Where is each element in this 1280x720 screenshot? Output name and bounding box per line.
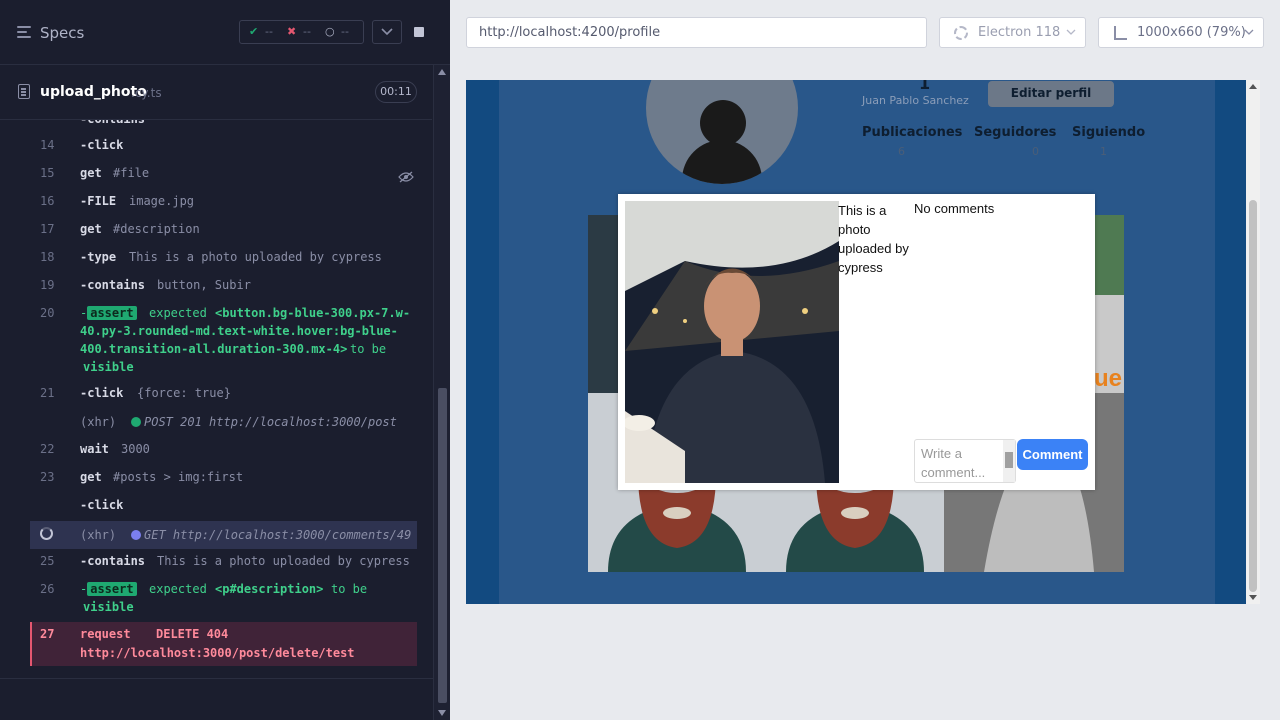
command-row[interactable]: 17 get #description (30, 222, 417, 242)
command-row[interactable]: 23 get #posts > img:first (30, 470, 417, 490)
stat-posts-label: Publicaciones (862, 125, 963, 140)
collapse-button[interactable] (372, 20, 402, 44)
command-row[interactable]: 15 get #file (30, 166, 417, 186)
pending-count: -- (341, 25, 349, 38)
scroll-up-icon[interactable] (438, 69, 446, 75)
command-row[interactable]: 22 wait 3000 (30, 442, 417, 462)
edit-profile-button[interactable]: Editar perfil (988, 81, 1114, 107)
status-dot-success (131, 417, 141, 427)
command-log-panel: Specs ✔ -- ✖ -- ○ -- upload_photo .cy.ts… (0, 0, 450, 720)
command-row[interactable]: 21 -click {force: true} (30, 386, 417, 406)
profile-count: 1 (919, 80, 931, 93)
status-dot-pending (131, 530, 141, 540)
xhr-row[interactable]: (xhr) POST 201 http://localhost:3000/pos… (30, 415, 417, 435)
viewport-size: 1000x660 (1137, 25, 1203, 40)
command-row[interactable]: 19 -contains button, Subir (30, 278, 417, 298)
viewport-selector[interactable]: 1000x660 (79%) (1098, 17, 1264, 48)
command-row[interactable]: 16 -FILE image.jpg (30, 194, 417, 214)
command-row-error[interactable]: 27 request DELETE 404 http://localhost:3… (30, 622, 417, 666)
ruler-icon (1114, 26, 1127, 40)
passed-count: -- (265, 25, 273, 38)
file-icon (18, 84, 30, 99)
viewport-zoom: (79%) (1206, 25, 1246, 40)
specs-title[interactable]: Specs (40, 24, 84, 42)
command-row[interactable]: 25 -contains This is a photo uploaded by… (30, 554, 417, 574)
scroll-down-icon[interactable] (438, 710, 446, 716)
command-list: -contains " 14 -click 15 get #file 16 -F… (0, 120, 432, 680)
browser-selector[interactable]: Electron 118 (939, 17, 1086, 48)
chevron-down-icon (381, 28, 393, 36)
command-row[interactable]: -contains " (30, 120, 417, 128)
command-row[interactable]: 14 -click (30, 138, 417, 158)
electron-icon (954, 26, 968, 40)
assert-row[interactable]: 26 - assert expected <p#description> to b… (30, 582, 417, 618)
comment-textarea-scrollbar[interactable] (1003, 440, 1015, 482)
command-row[interactable]: 18 -type This is a photo uploaded by cyp… (30, 250, 417, 270)
assert-badge: assert (87, 306, 137, 320)
test-stats: ✔ -- ✖ -- ○ -- (239, 20, 364, 44)
scroll-down-icon[interactable] (1249, 595, 1257, 600)
spec-file-header: upload_photo .cy.ts 00:11 (0, 65, 432, 120)
eye-slash-icon (398, 171, 414, 183)
avatar (646, 80, 798, 184)
profile-name: Juan Pablo Sanchez (862, 94, 969, 107)
passed-icon: ✔ (249, 25, 259, 38)
post-modal: This is a photo uploaded by cypress No c… (618, 194, 1095, 490)
stat-following-value: 1 (1100, 145, 1107, 158)
command-row[interactable]: -click (30, 498, 417, 518)
scroll-up-icon[interactable] (1249, 84, 1257, 89)
stat-followers-value: 0 (1032, 145, 1039, 158)
spec-duration: 00:11 (375, 81, 417, 103)
command-log-scrollbar[interactable] (433, 65, 450, 720)
specs-header: Specs ✔ -- ✖ -- ○ -- (0, 0, 450, 65)
specs-menu-icon[interactable] (17, 26, 31, 38)
post-description: This is a photo uploaded by cypress (838, 203, 909, 275)
failed-icon: ✖ (287, 25, 297, 38)
chevron-down-icon (1244, 29, 1254, 35)
failed-count: -- (303, 25, 311, 38)
spec-extension: .cy.ts (131, 86, 162, 100)
pending-icon: ○ (325, 25, 335, 38)
scrollbar-thumb[interactable] (1249, 200, 1257, 592)
loading-spinner-icon (40, 527, 53, 540)
browser-label: Electron 118 (978, 25, 1061, 40)
stop-button[interactable] (410, 20, 426, 44)
url-bar[interactable]: http://localhost:4200/profile (466, 17, 927, 48)
xhr-row-active[interactable]: (xhr) GET http://localhost:3000/comments… (30, 521, 417, 549)
chevron-down-icon (1066, 29, 1076, 35)
post-photo (625, 201, 839, 483)
scrollbar-thumb[interactable] (438, 388, 447, 703)
app-scrollbar[interactable] (1246, 80, 1260, 604)
assert-badge: assert (87, 582, 137, 596)
stat-following-label: Siguiendo (1072, 125, 1146, 140)
comments-empty-state: No comments (914, 201, 995, 216)
comment-button[interactable]: Comment (1017, 439, 1088, 470)
stat-followers-label: Seguidores (974, 125, 1057, 140)
stat-posts-value: 6 (898, 145, 905, 158)
comment-textarea[interactable]: Write a comment... (914, 439, 1016, 483)
stop-icon (414, 27, 424, 37)
assert-row[interactable]: 20 - assert expected <button.bg-blue-300.… (30, 306, 417, 378)
